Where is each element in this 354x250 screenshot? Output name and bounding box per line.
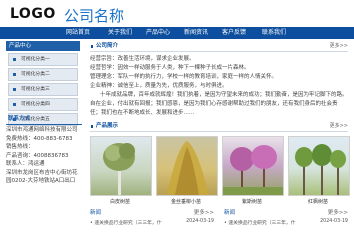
about-line: 经营哲学：因效一样动服务于人类，种下一棵种子长成一片森林。: [90, 65, 250, 71]
bullet-icon: [13, 73, 16, 76]
product-card[interactable]: 紫斯树苗: [222, 136, 284, 205]
nav-home[interactable]: 网站首页: [66, 27, 90, 39]
section-marker-icon: [91, 45, 93, 48]
tree-image: [167, 141, 209, 195]
news-item-title[interactable]: • 速关换品行业研究（三三年，什: [224, 219, 296, 226]
news-item[interactable]: • 速关换品行业研究（三三年，什 2024-03-19: [90, 219, 214, 226]
product-card[interactable]: 金丝垂柳小苗: [156, 136, 218, 205]
tree-image: [103, 143, 135, 195]
contact-sales: 销售热线：: [6, 144, 34, 150]
product-category-label: 可视化分类三: [21, 87, 50, 92]
about-title: 公司简介: [96, 43, 119, 49]
product-caption: 红枫树苗: [307, 199, 328, 205]
contact-consult: 产品咨询：4008836783: [6, 152, 69, 159]
company-name: 公司名称: [64, 7, 125, 25]
products-title: 产品展示: [96, 123, 119, 129]
nav-products[interactable]: 产品中心: [146, 27, 170, 39]
logo[interactable]: LOGO: [10, 6, 56, 22]
tree-image: [295, 144, 346, 195]
news-item-title[interactable]: • 速关换品行业研究（三三年，什: [90, 219, 162, 226]
contact-person: 联系人：鸿运通: [6, 161, 45, 167]
about-line: 十年成就品牌，百年成就辉煌！我们执着，是因为守望未来的成功；我们勤奋，是因为牢记…: [100, 92, 348, 98]
about-line: 经营宗旨：改善生活环境，谋求企业发展。: [90, 56, 195, 62]
product-image-maple[interactable]: [288, 136, 350, 196]
product-category-label: 可视化分类二: [21, 72, 50, 77]
main-nav: 网站首页 关于我们 产品中心 新闻资讯 客户反馈 联系我们: [0, 27, 354, 39]
news-item-date: 2024-03-19: [186, 219, 214, 224]
nav-feedback[interactable]: 客户反馈: [222, 27, 246, 39]
nav-about[interactable]: 关于我们: [108, 27, 132, 39]
product-category-label: 可视化分类四: [21, 102, 50, 107]
product-center-title: 产品中心: [6, 41, 80, 51]
contact-title: 联系方式: [6, 114, 82, 125]
about-line: 管理理念：军队一样的执行力，学校一样的教育培训，家庭一样的人情关怀。: [90, 74, 278, 80]
product-gallery: 白皮树苗 金丝垂柳小苗 紫斯树苗 红枫树苗: [90, 136, 350, 205]
contact-address: 深圳市龙岗区布吉中心街坊花园0202-大芬地铁站A口出口: [6, 169, 78, 185]
news-title-left: 新闻: [90, 210, 102, 216]
nav-news[interactable]: 新闻资讯: [184, 27, 208, 39]
contact-info: 深圳市鸿通网络科技有限公司 免费热线：400-883-6783 销售热线： 产品…: [6, 126, 82, 186]
news-list: • 速关换品行业研究（三三年，什 2024-03-19 • 速关换品行业研究（三…: [90, 219, 348, 226]
news-right-header: 新闻 更多>>: [224, 208, 348, 216]
news-left-header: 新闻 更多>>: [90, 208, 214, 216]
product-card[interactable]: 白皮树苗: [90, 136, 152, 205]
product-image-birch[interactable]: [90, 136, 152, 196]
product-category-item[interactable]: 可视化分类四: [8, 98, 78, 111]
about-text: 经营宗旨：改善生活环境，谋求企业发展。 经营哲学：因效一样动服务于人类，种下一棵…: [90, 55, 348, 118]
tree-image: [223, 145, 283, 195]
news-more-right[interactable]: 更多>>: [328, 208, 348, 216]
about-section-header: 公司简介 更多>>: [90, 42, 348, 52]
nav-contact[interactable]: 联系我们: [262, 27, 286, 39]
contact-company: 深圳市鸿通网络科技有限公司: [6, 127, 78, 133]
about-line: 自在企业，付出就有回报；我们感恩，是因为我们心存感谢帮助过我们的朋友，还有我们身…: [90, 101, 338, 116]
news-title-right: 新闻: [224, 210, 236, 216]
news-more-left[interactable]: 更多>>: [194, 208, 214, 216]
product-caption: 白皮树苗: [109, 199, 130, 205]
main-content: 公司简介 更多>> 经营宗旨：改善生活环境，谋求企业发展。 经营哲学：因效一样动…: [90, 42, 350, 226]
product-image-willow[interactable]: [156, 136, 218, 196]
product-category-item[interactable]: 可视化分类三: [8, 83, 78, 96]
bullet-icon: [13, 88, 16, 91]
product-category-label: 可视化分类一: [21, 57, 50, 62]
product-category-item[interactable]: 可视化分类二: [8, 68, 78, 81]
product-caption: 金丝垂柳小苗: [170, 199, 201, 205]
bullet-icon: [13, 58, 16, 61]
product-category-item[interactable]: 可视化分类一: [8, 53, 78, 66]
product-caption: 紫斯树苗: [241, 199, 262, 205]
product-image-redbud[interactable]: [222, 136, 284, 196]
products-section-header: 产品展示 更多>>: [90, 122, 348, 132]
news-item[interactable]: • 速关换品行业研究（三三年，什 2024-03-19: [224, 219, 348, 226]
news-header: 新闻 更多>> 新闻 更多>>: [90, 208, 348, 216]
about-line: 企业精神：诚信至上，质量为先，优质服务，与时俱进。: [90, 83, 228, 89]
product-card[interactable]: 红枫树苗: [288, 136, 350, 205]
news-item-date: 2024-03-19: [320, 219, 348, 224]
products-more-link[interactable]: 更多>>: [330, 122, 348, 131]
about-more-link[interactable]: 更多>>: [330, 42, 348, 51]
bullet-icon: [13, 103, 16, 106]
contact-hotline: 免费热线：400-883-6783: [6, 135, 73, 142]
section-marker-icon: [91, 125, 93, 128]
